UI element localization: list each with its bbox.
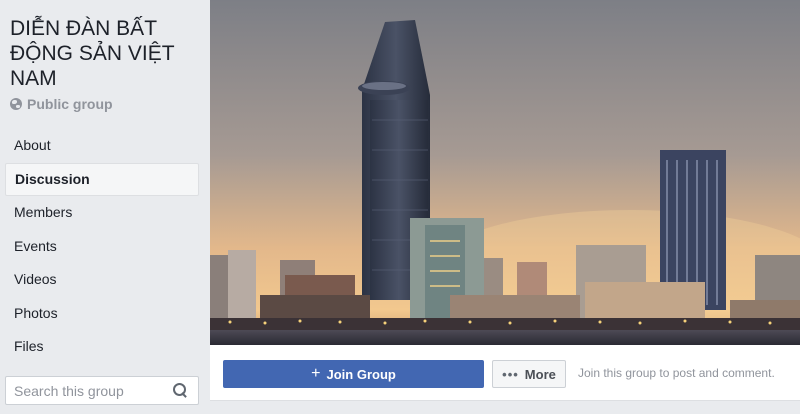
- globe-icon: [10, 98, 22, 110]
- privacy-label: Public group: [27, 96, 113, 112]
- nav-item-files[interactable]: Files: [5, 330, 199, 364]
- group-title[interactable]: DIỄN ĐÀN BẤT ĐỘNG SẢN VIỆT NAM: [10, 16, 200, 91]
- join-group-label: Join Group: [326, 366, 396, 382]
- group-nav: About Discussion Members Events Videos P…: [5, 129, 199, 364]
- plus-icon: +: [311, 365, 321, 382]
- nav-item-discussion[interactable]: Discussion: [5, 162, 199, 196]
- search-icon[interactable]: [173, 383, 188, 398]
- group-action-bar: + Join Group ••• More Join this group to…: [210, 345, 800, 401]
- group-search-box: [5, 376, 199, 405]
- group-search-input[interactable]: [14, 382, 164, 399]
- more-button[interactable]: ••• More: [492, 360, 566, 388]
- join-hint-text: Join this group to post and comment.: [578, 366, 775, 380]
- city-skyline-image: [210, 0, 800, 345]
- nav-item-videos[interactable]: Videos: [5, 263, 199, 297]
- ellipsis-icon: •••: [502, 366, 519, 382]
- join-group-button[interactable]: + Join Group: [223, 360, 484, 388]
- nav-item-photos[interactable]: Photos: [5, 297, 199, 331]
- cover-photo[interactable]: [210, 0, 800, 345]
- more-label: More: [524, 366, 556, 382]
- nav-item-members[interactable]: Members: [5, 196, 199, 230]
- group-privacy: Public group: [10, 96, 113, 112]
- nav-item-about[interactable]: About: [5, 129, 199, 163]
- nav-item-events[interactable]: Events: [5, 230, 199, 264]
- group-sidebar: DIỄN ĐÀN BẤT ĐỘNG SẢN VIỆT NAM Public gr…: [0, 0, 210, 414]
